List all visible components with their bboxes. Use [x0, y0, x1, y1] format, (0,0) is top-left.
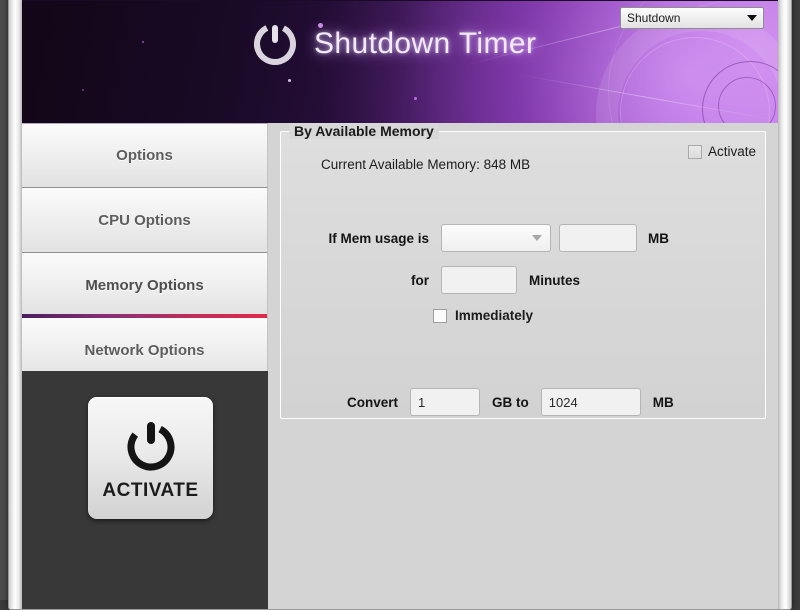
mem-usage-unit-label: MB [648, 231, 669, 246]
activate-panel: ACTIVATE [22, 371, 268, 609]
shutdown-mode-value: Shutdown [627, 11, 747, 25]
sidebar-item-memory-options[interactable]: Memory Options [22, 253, 268, 318]
power-icon [120, 414, 182, 476]
decorative-ring-icon [718, 77, 776, 123]
window-border-right [778, 0, 791, 609]
main-content: By Available Memory Current Available Me… [268, 123, 778, 609]
desktop-background: File Help [0, 0, 800, 600]
duration-row: for Minutes [287, 266, 580, 294]
activate-checkbox[interactable] [688, 145, 702, 159]
body-area: Options CPU Options Memory Options Netwo… [22, 123, 778, 609]
power-icon [250, 19, 300, 69]
duration-unit-label: Minutes [529, 273, 580, 288]
window-client-area: File Help [22, 0, 778, 609]
sparkle-dot [142, 41, 144, 43]
sidebar: Options CPU Options Memory Options Netwo… [22, 123, 268, 609]
sparkle-dot [288, 79, 291, 82]
sidebar-item-label: Options [116, 147, 173, 164]
duration-label: for [287, 273, 429, 288]
convert-to-unit-label: MB [653, 395, 674, 410]
mem-usage-amount-input[interactable] [559, 224, 637, 252]
shutdown-mode-select[interactable]: Shutdown [620, 7, 764, 29]
sidebar-tabs: Options CPU Options Memory Options Netwo… [22, 123, 268, 383]
decorative-swoosh [520, 74, 776, 120]
sidebar-item-label: Network Options [84, 342, 204, 359]
activate-checkbox-row[interactable]: Activate [688, 144, 756, 159]
sidebar-item-label: CPU Options [98, 212, 191, 229]
group-title: By Available Memory [289, 123, 439, 139]
convert-from-unit-label: GB to [492, 395, 529, 410]
immediately-checkbox-row[interactable]: Immediately [433, 308, 533, 323]
mem-usage-operator-select[interactable] [441, 224, 551, 252]
application-window: File Help [8, 0, 792, 610]
mem-usage-row: If Mem usage is MB [287, 224, 669, 252]
chevron-down-icon [532, 235, 542, 241]
convert-label: Convert [347, 395, 398, 410]
sidebar-item-options[interactable]: Options [22, 123, 268, 188]
sparkle-dot [414, 97, 417, 100]
sidebar-item-cpu-options[interactable]: CPU Options [22, 188, 268, 253]
menu-bar: File Help [22, 0, 778, 1]
activate-checkbox-label: Activate [708, 144, 756, 159]
by-available-memory-group: By Available Memory Current Available Me… [280, 131, 766, 419]
immediately-checkbox[interactable] [433, 309, 447, 323]
activate-button-label: ACTIVATE [102, 480, 198, 502]
activate-button[interactable]: ACTIVATE [88, 397, 213, 519]
convert-from-input[interactable]: 1 [410, 388, 480, 416]
app-branding: Shutdown Timer [250, 19, 536, 69]
decorative-ring-icon [620, 37, 770, 123]
app-title: Shutdown Timer [314, 27, 536, 61]
sparkle-dot [82, 89, 84, 91]
current-available-memory-text: Current Available Memory: 848 MB [321, 157, 530, 172]
mem-usage-label: If Mem usage is [287, 231, 429, 246]
sidebar-item-label: Memory Options [85, 277, 203, 294]
header-banner: Shutdown Timer Shutdown [22, 1, 778, 123]
convert-row: Convert 1 GB to 1024 MB [347, 388, 674, 416]
window-border-left [9, 0, 22, 609]
duration-input[interactable] [441, 266, 517, 294]
decorative-ring-icon [702, 61, 778, 123]
chevron-down-icon [747, 15, 757, 21]
convert-to-input[interactable]: 1024 [541, 388, 641, 416]
immediately-label: Immediately [455, 308, 533, 323]
